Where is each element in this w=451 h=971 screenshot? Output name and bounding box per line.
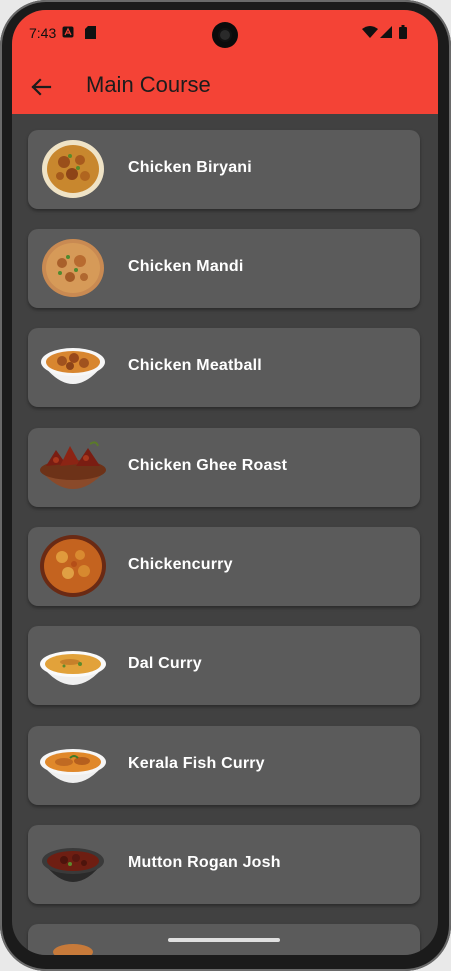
status-time: 7:43 xyxy=(29,25,57,41)
dish-card[interactable]: Chicken Ghee Roast xyxy=(28,428,420,507)
dish-name: Chicken Meatball xyxy=(128,357,262,374)
dish-name: Chicken Mandi xyxy=(128,258,244,275)
dish-name: Dal Curry xyxy=(128,655,202,672)
dish-card[interactable]: Kerala Fish Curry xyxy=(28,726,420,805)
home-indicator[interactable] xyxy=(168,938,280,942)
dish-card[interactable]: Dal Curry xyxy=(28,626,420,705)
dish-name: Kerala Fish Curry xyxy=(128,755,265,772)
dish-name: Chicken Ghee Roast xyxy=(128,457,288,474)
wifi-icon xyxy=(362,26,378,38)
dish-name: Mutton Rogan Josh xyxy=(128,854,281,871)
fish-curry-bowl-image xyxy=(40,749,106,783)
toolbar: Main Course xyxy=(12,60,438,114)
app-screen: 7:43 Main Course Chicken Biryani Chicken… xyxy=(12,10,438,955)
page-title: Main Course xyxy=(86,72,211,97)
dish-name: Chickencurry xyxy=(128,556,233,573)
rogan-josh-bowl-image xyxy=(42,848,104,882)
dish-card[interactable]: Mutton Rogan Josh xyxy=(28,825,420,904)
curry-pan-image xyxy=(40,535,106,597)
signal-icon xyxy=(380,26,392,38)
phone-frame: 7:43 Main Course Chicken Biryani Chicken… xyxy=(0,0,451,971)
biryani-plate-image xyxy=(42,140,104,198)
dish-card[interactable]: Chickencurry xyxy=(28,527,420,606)
dish-card[interactable]: Chicken Meatball xyxy=(28,328,420,407)
notification-a-icon xyxy=(62,26,74,38)
dish-card[interactable]: Chicken Mandi xyxy=(28,229,420,308)
sd-card-icon xyxy=(85,26,96,39)
front-camera xyxy=(212,22,238,48)
app-bar: 7:43 Main Course xyxy=(12,10,438,114)
mandi-plate-image xyxy=(42,239,104,297)
dal-bowl-image xyxy=(40,651,106,685)
battery-icon xyxy=(399,25,407,39)
arrow-back-icon[interactable] xyxy=(26,72,56,102)
partial-dish-image xyxy=(53,944,93,955)
dish-name: Chicken Biryani xyxy=(128,159,252,176)
dish-card[interactable]: Chicken Biryani xyxy=(28,130,420,209)
meatball-bowl-image xyxy=(41,348,105,384)
ghee-roast-bowl-image xyxy=(40,441,106,489)
